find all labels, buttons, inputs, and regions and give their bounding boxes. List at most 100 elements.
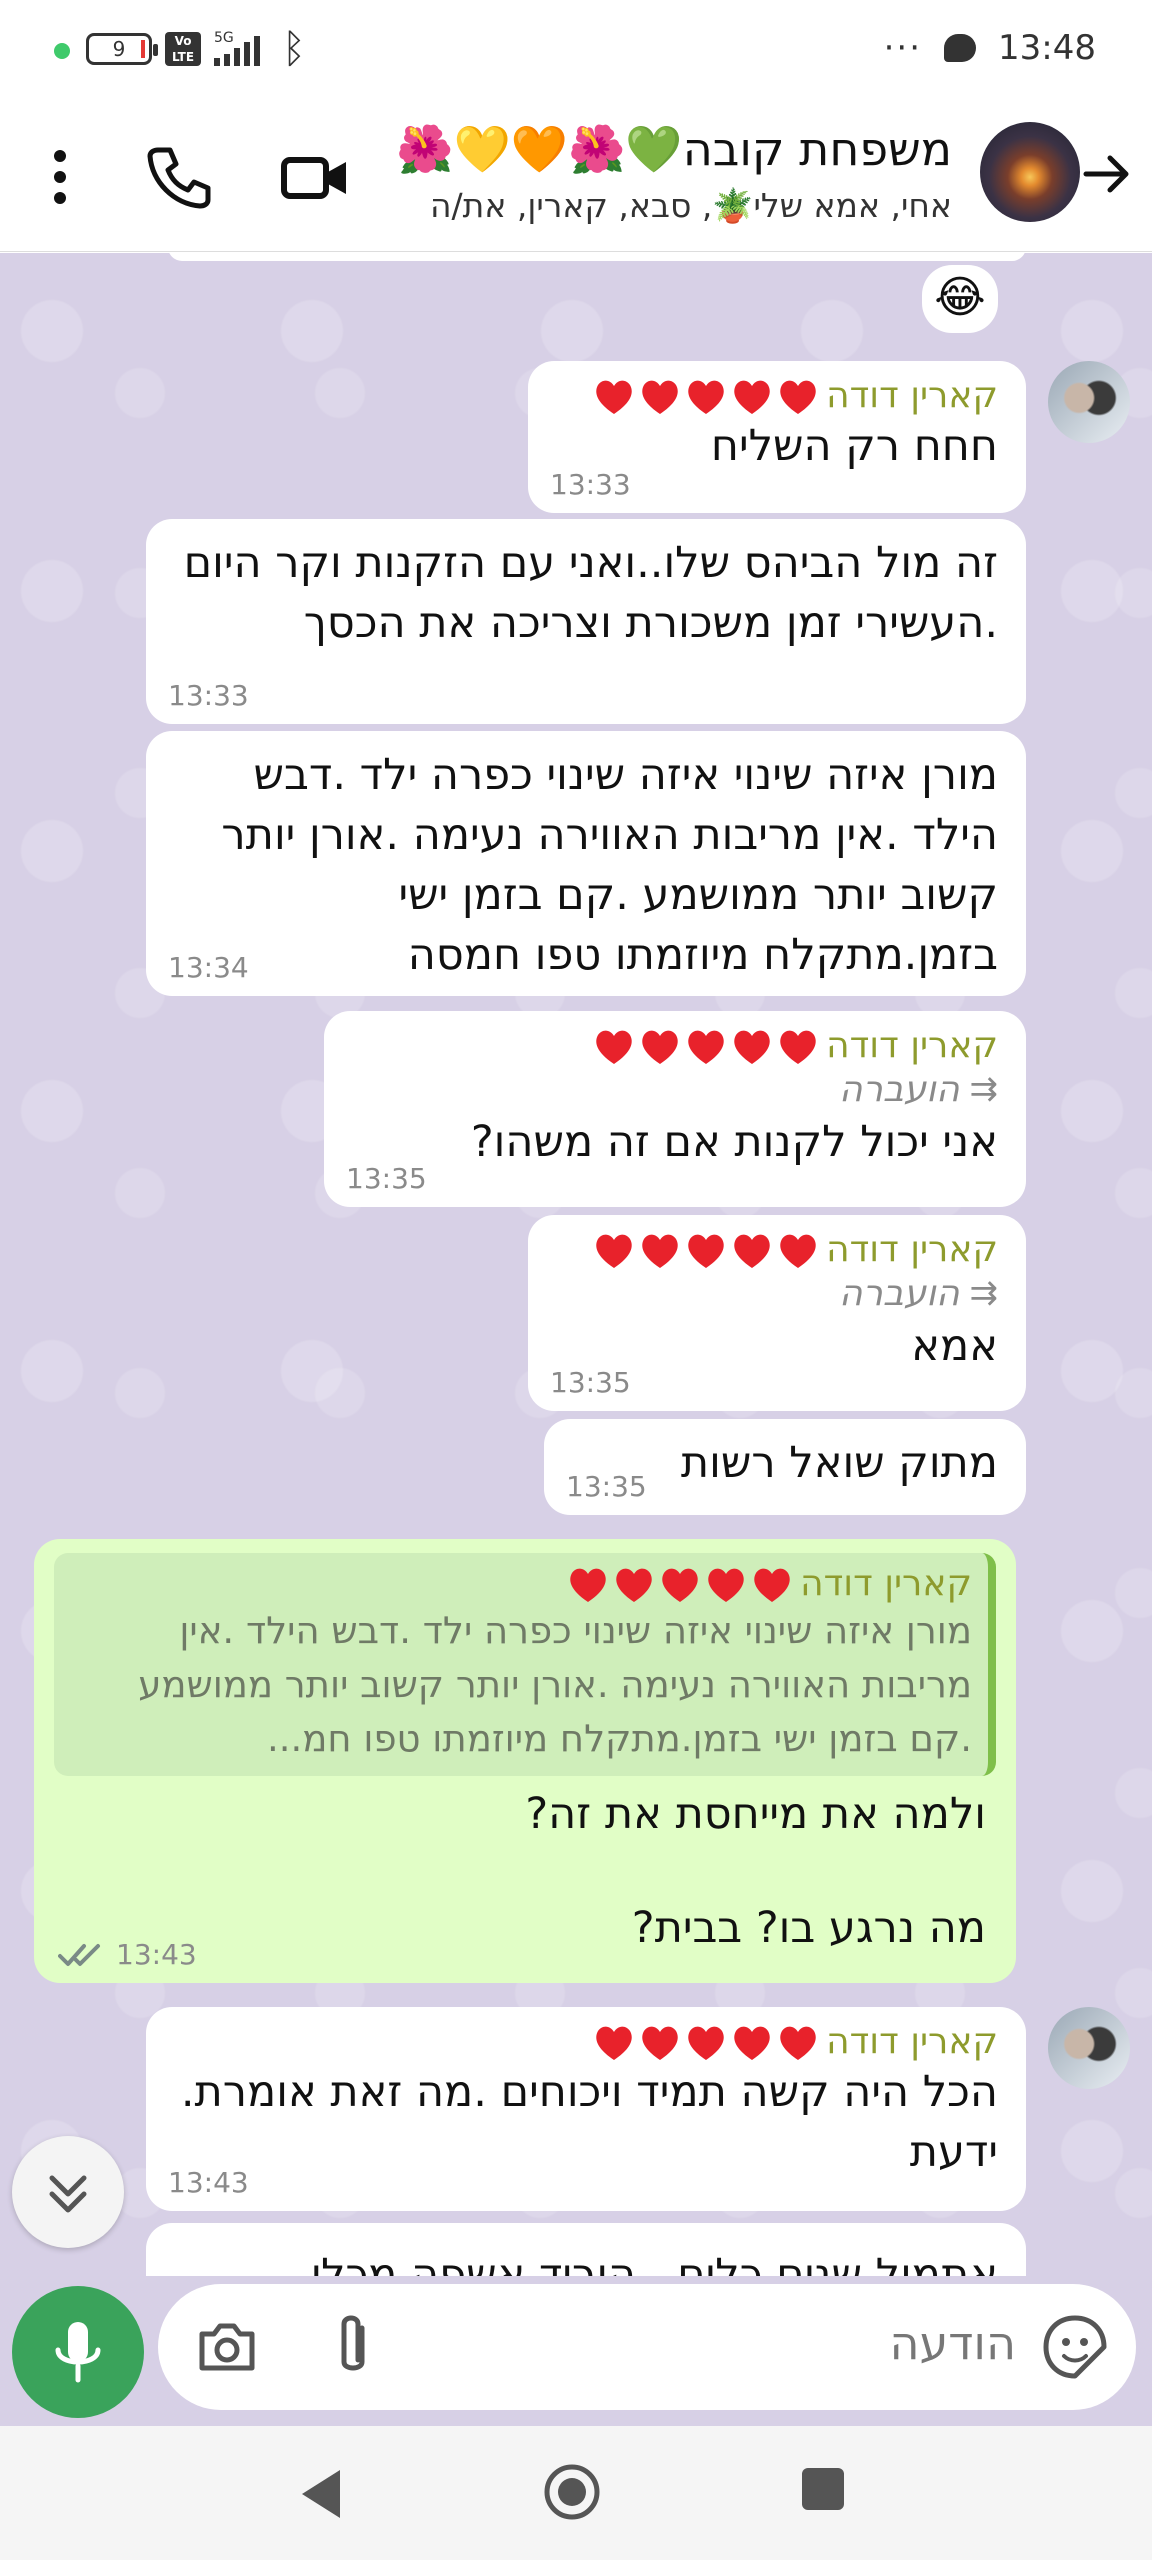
clock: 13:48 — [998, 28, 1096, 68]
message-text: זה מול הביהס שלו..ואני עם הזקנות וקר היו… — [183, 538, 998, 648]
sender-name[interactable]: קארין דודה — [174, 2021, 998, 2062]
message-text: מורן איזה שינוי איזה שינוי כפרה ילד .דבש… — [221, 750, 998, 980]
sender-label: קארין דודה — [826, 375, 998, 416]
sender-avatar[interactable] — [1048, 2007, 1130, 2089]
chat-header: משפחת קובה💚🌺🧡💛🌺 אחי, אמא שלי🪴, סבא, קארי… — [0, 100, 1152, 252]
hearts — [592, 1026, 820, 1066]
message-bubble[interactable]: מורן איזה שינוי איזה שינוי כפרה ילד .דבש… — [146, 731, 1026, 996]
message-text-line1: ולמה את מייחסת את זה? — [525, 1789, 986, 1839]
mic-button[interactable] — [12, 2286, 144, 2418]
heart-icon — [596, 1030, 632, 1064]
message-time: 13:33 — [550, 468, 631, 501]
back-arrow-icon[interactable] — [1076, 144, 1136, 204]
bluetooth-icon: ᛒ — [282, 26, 306, 72]
message-text: אתמול שנים כלים , הוריד אשפה מכלי — [311, 2250, 998, 2276]
sender-name[interactable]: קארין דודה — [556, 375, 998, 416]
heart-icon — [596, 1234, 632, 1268]
hearts — [592, 2022, 820, 2062]
video-call-icon[interactable] — [280, 142, 350, 212]
heart-icon — [662, 1568, 698, 1602]
chat-notification-icon — [944, 34, 977, 62]
composer-bar: הודעה — [0, 2276, 1152, 2426]
group-title[interactable]: משפחת קובה💚🌺🧡💛🌺 — [396, 122, 952, 177]
forward-icon: ⇉ — [969, 1273, 999, 1313]
nav-home-icon[interactable] — [542, 2462, 602, 2522]
message-bubble[interactable]: קארין דודה חחח רק השליח 13:33 — [528, 361, 1026, 513]
message-text: אני יכול לקנות אם זה משהו? — [470, 1117, 998, 1167]
group-avatar[interactable] — [980, 122, 1080, 222]
forwarded-label: ⇉ הועברה — [352, 1066, 998, 1112]
heart-icon — [734, 2026, 770, 2060]
nav-recents-icon[interactable] — [802, 2468, 844, 2510]
message-time: 13:33 — [168, 679, 249, 712]
forward-icon: ⇉ — [969, 1069, 999, 1109]
message-bubble[interactable]: קארין דודה ⇉ הועברה אני יכול לקנות אם זה… — [324, 1011, 1026, 1207]
status-bar: 9 Vo LTE 5G ᛒ ··· 13:48 — [0, 0, 1152, 100]
mic-icon — [55, 2322, 101, 2383]
heart-icon — [754, 1568, 790, 1602]
camera-icon[interactable] — [194, 2314, 260, 2380]
scroll-to-bottom-button[interactable] — [12, 2136, 124, 2248]
reaction-emoji[interactable]: 😂 — [922, 265, 998, 333]
hearts — [592, 376, 820, 416]
message-bubble[interactable]: קארין דודה ⇉ הועברה אמא 13:35 — [528, 1215, 1026, 1411]
message-text: הכל היה קשה תמיד ויכוחים .מה זאת אומרת. … — [180, 2067, 998, 2177]
message-text-spacer — [54, 1844, 996, 1898]
message-time: 13:35 — [566, 1470, 647, 1503]
outgoing-message-bubble[interactable]: קארין דודה מורן איזה שינוי איזה שינוי כפ… — [34, 1539, 1016, 1983]
heart-icon — [780, 1030, 816, 1064]
heart-icon — [596, 380, 632, 414]
message-input[interactable]: הודעה — [158, 2284, 1136, 2410]
quoted-message[interactable]: קארין דודה מורן איזה שינוי איזה שינוי כפ… — [54, 1553, 996, 1776]
chat-messages[interactable]: 😂 קארין דודה חחח רק השליח 13:33 זה מול ה… — [0, 253, 1152, 2276]
heart-icon — [616, 1568, 652, 1602]
message-bubble[interactable]: זה מול הביהס שלו..ואני עם הזקנות וקר היו… — [146, 519, 1026, 724]
group-members[interactable]: אחי, אמא שלי🪴, סבא, קארין, את/ה — [430, 186, 952, 226]
heart-icon — [734, 1234, 770, 1268]
heart-icon — [570, 1568, 606, 1602]
more-vert-icon[interactable] — [40, 142, 80, 212]
message-time: 13:35 — [550, 1366, 631, 1399]
forwarded-text: הועברה — [838, 1272, 960, 1314]
message-time-label: 13:43 — [116, 1938, 197, 1971]
sender-label: קארין דודה — [826, 1025, 998, 1066]
sticker-icon[interactable] — [1040, 2312, 1110, 2382]
sender-name[interactable]: קארין דודה — [352, 1025, 998, 1066]
heart-icon — [642, 1234, 678, 1268]
message-time: 13:34 — [168, 951, 249, 984]
heart-icon — [596, 2026, 632, 2060]
sender-label: קארין דודה — [826, 1229, 998, 1270]
heart-icon — [780, 380, 816, 414]
heart-icon — [708, 1568, 744, 1602]
hearts — [566, 1564, 794, 1604]
sender-avatar[interactable] — [1048, 361, 1130, 443]
hearts — [592, 1230, 820, 1270]
message-bubble[interactable]: קארין דודה הכל היה קשה תמיד ויכוחים .מה … — [146, 2007, 1026, 2211]
status-right: ··· 13:48 — [884, 28, 1096, 68]
battery-icon: 9 — [86, 33, 158, 65]
double-chevron-down-icon — [49, 2175, 87, 2213]
message-time: 13:35 — [346, 1162, 427, 1195]
heart-icon — [642, 1030, 678, 1064]
heart-icon — [734, 1030, 770, 1064]
message-time: 13:43 — [168, 2166, 249, 2199]
volte-icon: Vo LTE — [165, 32, 201, 66]
nav-back-icon[interactable] — [296, 2466, 346, 2522]
heart-icon — [642, 2026, 678, 2060]
quote-sender: קארין דודה — [74, 1563, 972, 1604]
message-bubble[interactable]: מתוק שואל רשות 13:35 — [544, 1419, 1026, 1515]
sender-label: קארין דודה — [826, 2021, 998, 2062]
system-nav-bar — [0, 2426, 1152, 2560]
more-notifications-icon: ··· — [883, 28, 923, 68]
heart-icon — [780, 1234, 816, 1268]
message-placeholder: הודעה — [889, 2316, 1016, 2370]
heart-icon — [688, 1030, 724, 1064]
battery-level: 9 — [112, 37, 126, 61]
message-bubble-partial[interactable] — [168, 253, 1026, 261]
message-time: 13:43 — [58, 1938, 197, 1971]
sender-name[interactable]: קארין דודה — [556, 1229, 998, 1270]
phone-call-icon[interactable] — [144, 142, 214, 212]
attach-icon[interactable] — [328, 2310, 378, 2384]
message-bubble[interactable]: אתמול שנים כלים , הוריד אשפה מכלי — [146, 2223, 1026, 2276]
forwarded-text: הועברה — [838, 1068, 960, 1110]
